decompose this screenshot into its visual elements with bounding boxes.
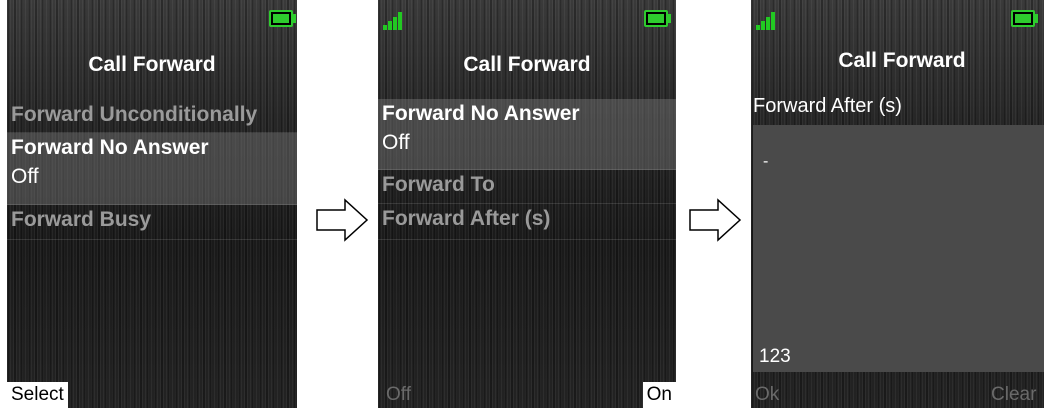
screen-title: Call Forward bbox=[88, 53, 216, 76]
menu-item-forward-no-answer[interactable]: Forward No Answer Off bbox=[378, 99, 676, 170]
input-mode-indicator: 123 bbox=[759, 346, 791, 367]
menu-item-forward-to[interactable]: Forward To bbox=[378, 170, 676, 204]
phone-screen-forward-no-answer: Call Forward Forward No Answer Off Forwa… bbox=[378, 0, 676, 408]
menu-item-value: Off bbox=[382, 131, 410, 154]
right-arrow-icon bbox=[316, 198, 369, 242]
phone-screen-forward-after-input: Call Forward Forward After (s) - 123 Ok … bbox=[751, 0, 1044, 408]
menu-item-forward-unconditionally[interactable]: Forward Unconditionally bbox=[7, 100, 297, 133]
screen-title: Call Forward bbox=[463, 53, 591, 76]
menu-item-label: Forward Unconditionally bbox=[11, 103, 258, 126]
field-label: Forward After (s) bbox=[753, 95, 902, 117]
battery-icon bbox=[1011, 10, 1038, 27]
softkey-ok[interactable]: Ok bbox=[751, 382, 783, 408]
menu-item-label: Forward After (s) bbox=[382, 207, 551, 230]
softkey-clear[interactable]: Clear bbox=[987, 382, 1040, 408]
signal-strength-icon bbox=[756, 12, 780, 30]
battery-icon bbox=[644, 10, 671, 27]
menu-item-label: Forward To bbox=[382, 173, 495, 196]
menu-item-forward-after[interactable]: Forward After (s) bbox=[378, 204, 676, 240]
phone-screen-call-forward-menu: Call Forward Forward Unconditionally For… bbox=[7, 0, 297, 408]
menu-item-value: Off bbox=[11, 165, 39, 188]
softkey-off[interactable]: Off bbox=[382, 382, 415, 408]
menu-item-forward-busy[interactable]: Forward Busy bbox=[7, 205, 297, 240]
signal-strength-icon bbox=[383, 12, 407, 30]
screen-title: Call Forward bbox=[838, 49, 966, 72]
softkey-select[interactable]: Select bbox=[7, 382, 68, 408]
softkey-on[interactable]: On bbox=[642, 382, 676, 408]
battery-icon bbox=[269, 10, 296, 27]
menu-item-forward-no-answer[interactable]: Forward No Answer Off bbox=[7, 133, 297, 205]
menu-item-label: Forward No Answer bbox=[11, 136, 209, 159]
menu-item-label: Forward Busy bbox=[11, 208, 152, 231]
forward-after-input[interactable]: - 123 bbox=[753, 125, 1044, 372]
input-value: - bbox=[763, 153, 769, 170]
right-arrow-icon bbox=[689, 198, 742, 242]
menu-item-label: Forward No Answer bbox=[382, 102, 580, 125]
